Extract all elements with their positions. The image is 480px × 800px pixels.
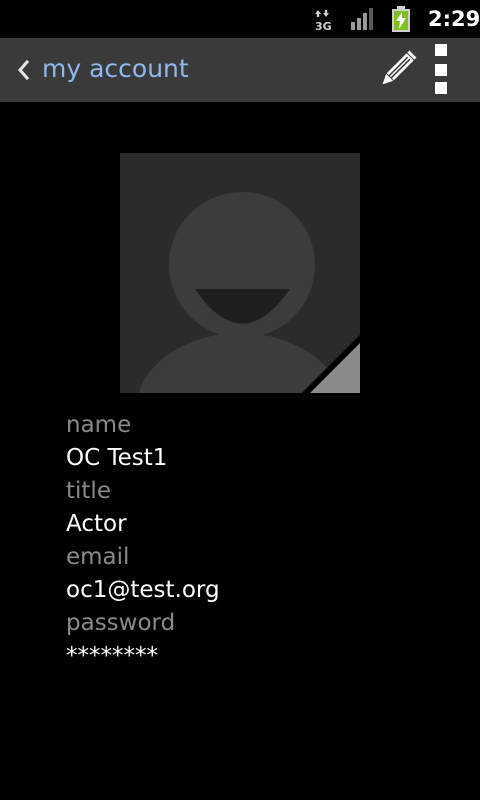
network-type-label: 3G: [315, 20, 332, 32]
overflow-dot: [435, 82, 447, 94]
avatar[interactable]: [120, 153, 360, 393]
email-label: email: [66, 544, 130, 570]
default-person-icon: [120, 153, 360, 393]
overflow-dot: [435, 44, 447, 56]
clock: 2:29: [428, 7, 480, 31]
back-chevron-icon: [18, 59, 30, 81]
action-bar: my account: [0, 38, 480, 102]
overflow-menu-button[interactable]: [424, 38, 460, 102]
pencil-edit-icon: [382, 50, 417, 85]
up-navigation-button[interactable]: my account: [0, 38, 200, 102]
password-label: password: [66, 610, 176, 636]
name-label: name: [66, 412, 132, 438]
password-value: ********: [66, 643, 158, 669]
edit-button[interactable]: [372, 48, 420, 92]
account-fields: name OC Test1 title Actor email oc1@test…: [66, 409, 446, 673]
data-transfer-icon: 3G: [315, 10, 332, 32]
status-bar: 3G 2:29: [0, 0, 480, 38]
name-value: OC Test1: [66, 445, 168, 471]
signal-strength-icon: [351, 8, 373, 30]
page-title: my account: [42, 54, 189, 83]
title-label: title: [66, 478, 111, 504]
title-value: Actor: [66, 511, 127, 537]
battery-charging-icon: [392, 6, 410, 32]
email-value: oc1@test.org: [66, 577, 220, 603]
overflow-dot: [435, 64, 447, 76]
